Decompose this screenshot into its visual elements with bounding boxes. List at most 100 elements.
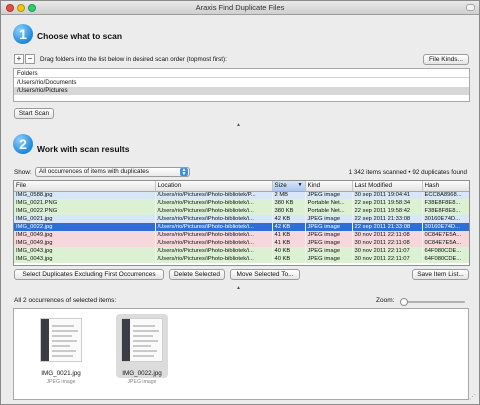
table-row[interactable]: IMG_0049.jpg /Users/rio/Pictures/iPhoto-… bbox=[14, 239, 469, 247]
cell-size: 40 KB bbox=[272, 247, 306, 255]
cell-location: /Users/rio/Pictures/iPhoto-bibliotek/i..… bbox=[155, 215, 273, 223]
thumbnail-line bbox=[52, 330, 78, 332]
app-window: Araxis Find Duplicate Files 1 Choose wha… bbox=[0, 0, 480, 405]
cell-size: 380 KB bbox=[272, 199, 306, 207]
split-collapse-icon[interactable]: ▲ bbox=[236, 122, 241, 128]
folder-item-documents[interactable]: /Users/rio/Documents bbox=[14, 79, 469, 87]
thumbnail-line bbox=[133, 335, 153, 337]
file-kinds-button[interactable]: File Kinds... bbox=[423, 54, 469, 65]
cell-file: IMG_0043.jpg bbox=[14, 255, 156, 263]
resize-grip-icon[interactable]: ⋰ bbox=[469, 393, 476, 401]
table-row[interactable]: IMG_0043.jpg /Users/rio/Pictures/iPhoto-… bbox=[14, 255, 469, 263]
cell-location: /Users/rio/Pictures/iPhoto-bibliotek/i..… bbox=[155, 231, 273, 239]
zoom-window-icon[interactable] bbox=[28, 4, 36, 12]
minimize-window-icon[interactable] bbox=[17, 4, 25, 12]
cell-hash: ECC8A8968... bbox=[422, 191, 469, 199]
cell-modified: 22 sep 2011 21:33:08 bbox=[352, 215, 423, 223]
thumbnail-line bbox=[133, 340, 158, 342]
zoom-slider[interactable] bbox=[401, 301, 465, 303]
thumbnail-line bbox=[133, 325, 155, 327]
thumbnail-line bbox=[133, 345, 151, 347]
cell-modified: 30 nov 2011 22:11:07 bbox=[352, 247, 423, 255]
cell-size: 41 KB bbox=[272, 231, 306, 239]
column-header-location[interactable]: Location bbox=[155, 181, 273, 192]
cell-kind: JPEG image bbox=[305, 223, 353, 231]
table-row[interactable]: IMG_0021.jpg /Users/rio/Pictures/iPhoto-… bbox=[14, 215, 469, 223]
table-row[interactable]: IMG_0021.PNG /Users/rio/Pictures/iPhoto-… bbox=[14, 199, 469, 207]
cell-modified: 30 nov 2011 22:11:08 bbox=[352, 231, 423, 239]
window-title: Araxis Find Duplicate Files bbox=[195, 3, 285, 12]
folder-item-pictures[interactable]: /Users/rio/Pictures bbox=[14, 87, 469, 95]
cell-hash: 30160E74D... bbox=[422, 223, 469, 231]
cell-size: 41 KB bbox=[272, 239, 306, 247]
cell-location: /Users/rio/Pictures/iPhoto-bibliotek/i..… bbox=[155, 199, 273, 207]
start-scan-button[interactable]: Start Scan bbox=[14, 108, 54, 119]
cell-modified: 22 sep 2011 19:58:34 bbox=[352, 199, 423, 207]
select-duplicates-button[interactable]: Select Duplicates Excluding First Occurr… bbox=[14, 269, 164, 280]
column-header-size[interactable]: Size ▼ bbox=[272, 181, 306, 192]
preview-heading: All 2 occurrences of selected items: bbox=[14, 297, 117, 304]
cell-file: IMG_0588.jpg bbox=[14, 191, 156, 199]
table-row-selected[interactable]: IMG_0022.jpg /Users/rio/Pictures/iPhoto-… bbox=[14, 223, 469, 231]
results-header-row: File Location Size ▼ Kind Last Modified … bbox=[14, 181, 469, 192]
zoom-slider-knob[interactable] bbox=[400, 298, 409, 306]
cell-kind: Portable Net... bbox=[305, 199, 353, 207]
table-row[interactable]: IMG_0043.jpg /Users/rio/Pictures/iPhoto-… bbox=[14, 247, 469, 255]
image-thumbnail[interactable] bbox=[121, 318, 163, 362]
cell-location: /Users/rio/Pictures/iPhoto-bibliotek/P..… bbox=[155, 191, 273, 199]
folders-header[interactable]: Folders bbox=[14, 70, 469, 78]
add-folder-button[interactable]: + bbox=[14, 54, 24, 64]
cell-file: IMG_0021.PNG bbox=[14, 199, 156, 207]
table-row[interactable]: IMG_0049.jpg /Users/rio/Pictures/iPhoto-… bbox=[14, 231, 469, 239]
table-row[interactable]: IMG_0022.PNG /Users/rio/Pictures/iPhoto-… bbox=[14, 207, 469, 215]
cell-hash: F38E8F8E8... bbox=[422, 199, 469, 207]
folders-list[interactable]: Folders /Users/rio/Documents /Users/rio/… bbox=[13, 68, 470, 102]
thumbnail-sidebar bbox=[122, 319, 130, 361]
move-selected-button[interactable]: Move Selected To... bbox=[230, 269, 300, 280]
show-filter-select[interactable]: All occurrences of items with duplicates… bbox=[35, 167, 190, 177]
close-window-icon[interactable] bbox=[6, 4, 14, 12]
cell-kind: JPEG image bbox=[305, 231, 353, 239]
column-header-hash[interactable]: Hash bbox=[422, 181, 469, 192]
cell-file: IMG_0049.jpg bbox=[14, 231, 156, 239]
cell-hash: 64F080CDE... bbox=[422, 255, 469, 263]
cell-location: /Users/rio/Pictures/iPhoto-bibliotek/i..… bbox=[155, 239, 273, 247]
toolbar-toggle-icon[interactable] bbox=[466, 4, 475, 11]
scan-instruction: Drag folders into the list below in desi… bbox=[40, 56, 227, 63]
split-collapse-icon[interactable]: ▲ bbox=[236, 285, 241, 291]
thumbnail-line bbox=[52, 335, 72, 337]
column-header-last-modified[interactable]: Last Modified bbox=[352, 181, 423, 192]
section1-title: Choose what to scan bbox=[37, 31, 123, 41]
zoom-label: Zoom: bbox=[376, 297, 395, 304]
table-row[interactable]: IMG_0588.jpg /Users/rio/Pictures/iPhoto-… bbox=[14, 191, 469, 199]
column-header-size-label: Size bbox=[274, 182, 287, 190]
column-header-file[interactable]: File bbox=[14, 181, 156, 192]
cell-hash: 0C84E7E5A... bbox=[422, 239, 469, 247]
image-thumbnail[interactable] bbox=[40, 318, 82, 362]
cell-location: /Users/rio/Pictures/iPhoto-bibliotek/i..… bbox=[155, 207, 273, 215]
save-item-list-button[interactable]: Save Item List... bbox=[412, 269, 469, 280]
cell-kind: JPEG image bbox=[305, 247, 353, 255]
preview-item-kind: JPEG image bbox=[127, 379, 157, 385]
column-header-kind[interactable]: Kind bbox=[305, 181, 353, 192]
delete-selected-button[interactable]: Delete Selected bbox=[169, 269, 225, 280]
cell-file: IMG_0021.jpg bbox=[14, 215, 156, 223]
scan-summary: 1 342 items scanned • 92 duplicates foun… bbox=[348, 169, 467, 176]
preview-item-kind: JPEG image bbox=[46, 379, 76, 385]
title-bar[interactable]: Araxis Find Duplicate Files bbox=[1, 1, 479, 15]
cell-modified: 30 nov 2011 22:11:08 bbox=[352, 239, 423, 247]
cell-hash: 64F080CDE... bbox=[422, 247, 469, 255]
cell-size: 42 KB bbox=[272, 215, 306, 223]
thumbnail-line bbox=[52, 345, 70, 347]
thumbnail-line bbox=[52, 325, 74, 327]
cell-kind: JPEG image bbox=[305, 255, 353, 263]
thumbnail-line bbox=[52, 355, 73, 357]
cell-kind: Portable Net... bbox=[305, 207, 353, 215]
cell-modified: 30 nov 2011 22:11:07 bbox=[352, 255, 423, 263]
cell-file: IMG_0043.jpg bbox=[14, 247, 156, 255]
cell-hash: 30160E74D... bbox=[422, 215, 469, 223]
cell-modified: 22 sep 2011 19:58:42 bbox=[352, 207, 423, 215]
remove-folder-button[interactable]: − bbox=[25, 54, 35, 64]
preview-pane[interactable]: IMG_0021.jpg JPEG image IMG_0022.jpg JPE… bbox=[13, 308, 469, 400]
results-table[interactable]: File Location Size ▼ Kind Last Modified … bbox=[13, 180, 470, 266]
